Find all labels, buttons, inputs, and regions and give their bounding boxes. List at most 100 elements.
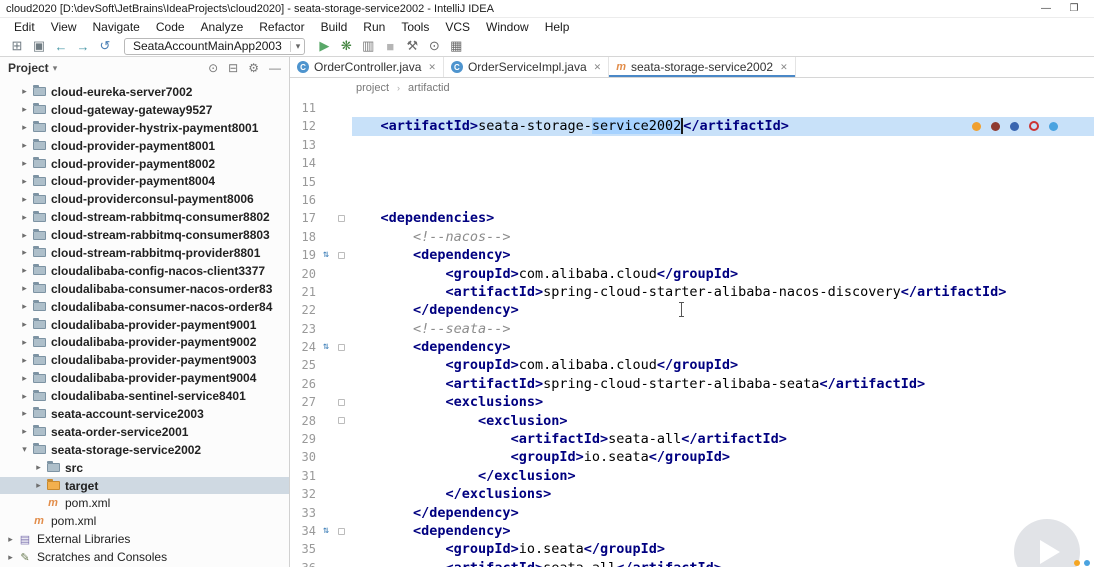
- tree-item-target[interactable]: ▸ target: [0, 476, 289, 495]
- tree-item-pom-xml[interactable]: m pom.xml: [0, 512, 289, 530]
- menu-vcs[interactable]: VCS: [437, 20, 478, 34]
- tree-item-cloudalibaba-config-nacos-client3377[interactable]: ▸ cloudalibaba-config-nacos-client3377: [0, 262, 289, 280]
- coverage-icon[interactable]: ▥: [357, 37, 379, 55]
- tree-chevron-icon[interactable]: ▸: [18, 140, 31, 151]
- tree-chevron-icon[interactable]: ▸: [18, 283, 31, 294]
- project-panel-title[interactable]: Project: [8, 61, 49, 75]
- locate-icon[interactable]: ⊙: [208, 61, 218, 75]
- run-configuration-select[interactable]: SeataAccountMainApp2003 ▾: [124, 37, 306, 55]
- tree-chevron-icon[interactable]: ▸: [18, 230, 31, 241]
- fold-marker-icon[interactable]: [338, 215, 345, 223]
- breadcrumb-item-project[interactable]: project: [356, 82, 389, 94]
- tree-item-seata-order-service2001[interactable]: ▸ seata-order-service2001: [0, 423, 289, 441]
- save-all-icon[interactable]: ▣: [28, 37, 50, 55]
- forward-icon[interactable]: →: [72, 37, 94, 55]
- tree-chevron-icon[interactable]: ▸: [18, 176, 31, 187]
- tree-chevron-icon[interactable]: ▸: [32, 480, 45, 491]
- breadcrumb-item-artifactid[interactable]: artifactid: [408, 82, 450, 94]
- tree-item-cloud-stream-rabbitmq-provider8801[interactable]: ▸ cloud-stream-rabbitmq-provider8801: [0, 244, 289, 262]
- menu-code[interactable]: Code: [148, 20, 193, 34]
- search-everywhere-icon[interactable]: ⊙: [423, 37, 445, 55]
- collapse-all-icon[interactable]: ⊟: [228, 61, 238, 75]
- tree-chevron-icon[interactable]: ▸: [18, 373, 31, 384]
- tree-item-cloud-gateway-gateway9527[interactable]: ▸ cloud-gateway-gateway9527: [0, 101, 289, 119]
- fold-marker-icon[interactable]: [338, 343, 345, 351]
- tree-item-cloudalibaba-sentinel-service8401[interactable]: ▸ cloudalibaba-sentinel-service8401: [0, 387, 289, 405]
- stop-icon[interactable]: ■: [379, 37, 401, 55]
- tree-chevron-icon[interactable]: ▸: [18, 301, 31, 312]
- hide-panel-icon[interactable]: ―: [269, 61, 281, 75]
- menu-run[interactable]: Run: [355, 20, 393, 34]
- panel-settings-icon[interactable]: ⚙: [248, 61, 259, 75]
- tree-chevron-icon[interactable]: ▸: [18, 122, 31, 133]
- menu-view[interactable]: View: [43, 20, 85, 34]
- tab-close-icon[interactable]: ✕: [428, 62, 436, 73]
- debug-icon[interactable]: ❋: [335, 37, 357, 55]
- tree-chevron-icon[interactable]: ▸: [18, 337, 31, 348]
- menu-edit[interactable]: Edit: [6, 20, 43, 34]
- menu-window[interactable]: Window: [478, 20, 537, 34]
- menu-build[interactable]: Build: [313, 20, 356, 34]
- tree-item-seata-account-service2003[interactable]: ▸ seata-account-service2003: [0, 405, 289, 423]
- dependency-gutter-icon[interactable]: ⇅: [323, 342, 329, 352]
- tree-chevron-icon[interactable]: ▸: [18, 426, 31, 437]
- tree-item-cloudalibaba-provider-payment9001[interactable]: ▸ cloudalibaba-provider-payment9001: [0, 316, 289, 334]
- menu-navigate[interactable]: Navigate: [84, 20, 147, 34]
- dependency-gutter-icon[interactable]: ⇅: [323, 250, 329, 260]
- tree-chevron-icon[interactable]: ▸: [18, 86, 31, 97]
- tree-item-cloud-provider-payment8004[interactable]: ▸ cloud-provider-payment8004: [0, 172, 289, 190]
- tree-chevron-icon[interactable]: ▸: [18, 158, 31, 169]
- maximize-button[interactable]: ❐: [1060, 3, 1088, 14]
- tree-chevron-icon[interactable]: ▸: [18, 265, 31, 276]
- fold-marker-icon[interactable]: [338, 417, 345, 425]
- tree-item-cloud-providerconsul-payment8006[interactable]: ▸ cloud-providerconsul-payment8006: [0, 190, 289, 208]
- tree-chevron-icon[interactable]: ▸: [18, 408, 31, 419]
- tree-chevron-icon[interactable]: ▸: [18, 355, 31, 366]
- open-project-icon[interactable]: ⊞: [6, 37, 28, 55]
- code-editor[interactable]: 11 12 <artifactId>seata-storage-service20…: [290, 97, 1094, 567]
- fold-marker-icon[interactable]: [338, 527, 345, 535]
- run-icon[interactable]: ▶: [313, 37, 335, 55]
- tree-item-cloud-stream-rabbitmq-consumer8802[interactable]: ▸ cloud-stream-rabbitmq-consumer8802: [0, 208, 289, 226]
- tree-chevron-icon[interactable]: ▾: [18, 444, 31, 455]
- tab-seata-storage-service2002[interactable]: m seata-storage-service2002 ✕: [609, 57, 796, 77]
- dependency-gutter-icon[interactable]: ⇅: [323, 526, 329, 536]
- tree-item-cloud-provider-payment8001[interactable]: ▸ cloud-provider-payment8001: [0, 137, 289, 155]
- tree-chevron-icon[interactable]: ▸: [32, 462, 45, 473]
- minimize-button[interactable]: —: [1032, 3, 1060, 14]
- tree-item-cloudalibaba-consumer-nacos-order84[interactable]: ▸ cloudalibaba-consumer-nacos-order84: [0, 298, 289, 316]
- tree-item-external-libraries[interactable]: ▸ ▤ External Libraries: [0, 530, 289, 548]
- tree-item-cloud-stream-rabbitmq-consumer8803[interactable]: ▸ cloud-stream-rabbitmq-consumer8803: [0, 226, 289, 244]
- tree-item-src[interactable]: ▸ src: [0, 459, 289, 477]
- tree-chevron-icon[interactable]: ▸: [18, 391, 31, 402]
- tree-chevron-icon[interactable]: ▸: [18, 104, 31, 115]
- fold-marker-icon[interactable]: [338, 398, 345, 406]
- tree-item-cloud-provider-payment8002[interactable]: ▸ cloud-provider-payment8002: [0, 155, 289, 173]
- tab-ordercontroller-java[interactable]: C OrderController.java ✕: [290, 57, 444, 77]
- tree-item-pom-xml[interactable]: m pom.xml: [0, 494, 289, 512]
- tree-chevron-icon[interactable]: ▸: [18, 319, 31, 330]
- structure-icon[interactable]: ▦: [445, 37, 467, 55]
- tree-item-cloud-provider-hystrix-payment8001[interactable]: ▸ cloud-provider-hystrix-payment8001: [0, 119, 289, 137]
- menu-refactor[interactable]: Refactor: [251, 20, 312, 34]
- tree-item-cloudalibaba-consumer-nacos-order83[interactable]: ▸ cloudalibaba-consumer-nacos-order83: [0, 280, 289, 298]
- tree-chevron-icon[interactable]: ▸: [4, 552, 17, 563]
- menu-tools[interactable]: Tools: [393, 20, 437, 34]
- tree-chevron-icon[interactable]: ▸: [18, 194, 31, 205]
- sync-icon[interactable]: ↺: [94, 37, 116, 55]
- menu-analyze[interactable]: Analyze: [193, 20, 252, 34]
- tree-chevron-icon[interactable]: ▸: [4, 534, 17, 545]
- tab-close-icon[interactable]: ✕: [780, 62, 788, 73]
- tab-close-icon[interactable]: ✕: [594, 62, 602, 73]
- tree-item-cloudalibaba-provider-payment9004[interactable]: ▸ cloudalibaba-provider-payment9004: [0, 369, 289, 387]
- tree-item-seata-storage-service2002[interactable]: ▾ seata-storage-service2002: [0, 441, 289, 459]
- chevron-down-icon[interactable]: ▾: [53, 63, 58, 74]
- fold-marker-icon[interactable]: [338, 251, 345, 259]
- back-icon[interactable]: ←: [50, 37, 72, 55]
- tree-chevron-icon[interactable]: ▸: [18, 212, 31, 223]
- build-icon[interactable]: ⚒: [401, 37, 423, 55]
- tree-item-scratches-and-consoles[interactable]: ▸ ✎ Scratches and Consoles: [0, 548, 289, 566]
- tree-item-cloudalibaba-provider-payment9003[interactable]: ▸ cloudalibaba-provider-payment9003: [0, 351, 289, 369]
- tree-item-cloudalibaba-provider-payment9002[interactable]: ▸ cloudalibaba-provider-payment9002: [0, 333, 289, 351]
- tree-item-cloud-eureka-server7002[interactable]: ▸ cloud-eureka-server7002: [0, 83, 289, 101]
